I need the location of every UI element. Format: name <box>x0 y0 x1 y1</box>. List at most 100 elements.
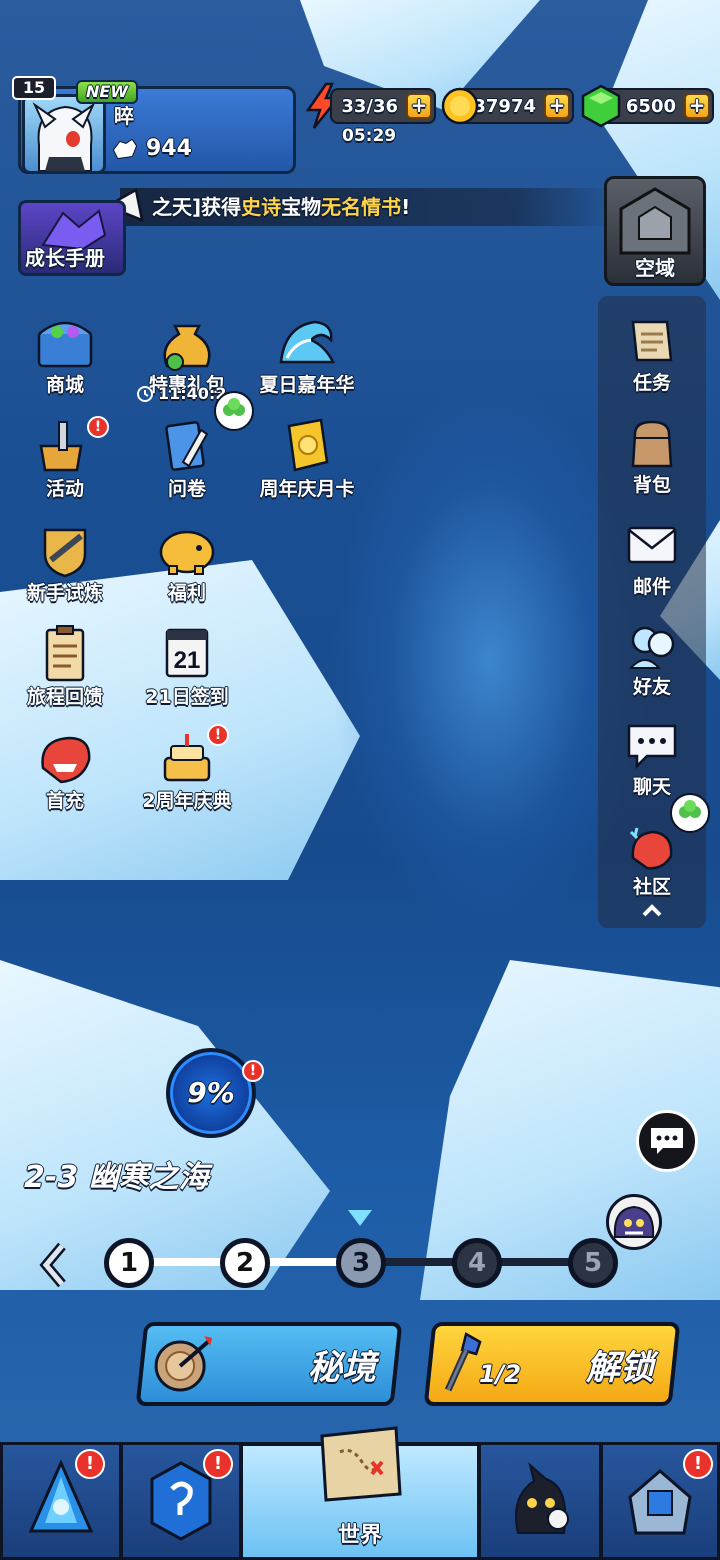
quest-button[interactable]: 任务 <box>598 308 706 404</box>
player-avatar[interactable] <box>22 94 106 174</box>
player-name: 晬 <box>114 104 135 129</box>
stamina-counter[interactable]: 33/36 + <box>330 88 436 124</box>
checkin-label: 21日签到 <box>145 686 229 709</box>
level-badge: 15 <box>12 76 56 100</box>
heroes-alert-badge: ! <box>75 1449 105 1479</box>
unlock-button[interactable]: 1/2 解锁 <box>423 1322 681 1406</box>
clover-reward-icon <box>214 391 254 431</box>
secret-realm-button[interactable]: 秘境 <box>135 1322 403 1406</box>
mail-label: 邮件 <box>632 576 671 599</box>
nav-tab-guild[interactable]: ! <box>600 1442 720 1560</box>
stage-node-locked[interactable]: 5 <box>568 1238 618 1288</box>
track-segment-locked <box>382 1258 454 1266</box>
friends-label: 好友 <box>632 676 671 699</box>
mail-button[interactable]: 邮件 <box>598 512 706 608</box>
broadcast-ticker: 之天]获得史诗宝物无名情书! <box>120 188 616 226</box>
wave-icon <box>279 320 336 364</box>
treasure-map-icon <box>320 1426 402 1502</box>
anniversary-celebration-label: 2周年庆典 <box>142 790 232 813</box>
portal-gate-icon <box>619 187 691 255</box>
cards-alert-badge: ! <box>203 1449 233 1479</box>
nav-tab-companions[interactable] <box>478 1442 602 1560</box>
unlock-label: 解锁 <box>585 1348 654 1389</box>
ticker-text-middle: 宝物 <box>281 195 322 220</box>
stage-node-locked[interactable]: 4 <box>452 1238 502 1288</box>
newbie-trial-label: 新手试炼 <box>26 582 103 605</box>
chat-bubble-button[interactable] <box>636 1110 698 1172</box>
growth-manual-button[interactable]: 成长手册 <box>18 200 126 276</box>
add-stamina-button[interactable]: + <box>406 93 432 119</box>
shop-button[interactable]: 商城 <box>10 312 120 408</box>
anniversary-celebration-button[interactable]: ! 2周年庆典 <box>132 724 242 824</box>
backpack-button[interactable]: 背包 <box>598 410 706 506</box>
ticker-item-name: 无名情书 <box>321 195 402 220</box>
gem-icon <box>581 84 621 128</box>
community-button[interactable]: 社区 <box>598 793 710 908</box>
stage-node[interactable]: 2 <box>220 1238 270 1288</box>
fist-icon <box>112 138 138 159</box>
stage-node[interactable]: 1 <box>104 1238 154 1288</box>
anniversary-card-button[interactable]: 周年庆月卡 <box>252 416 362 512</box>
events-button[interactable]: ! 活动 <box>10 416 120 512</box>
stamina-value: 33/36 <box>341 95 399 117</box>
progress-alert-badge: ! <box>242 1060 264 1082</box>
chevron-up-icon <box>642 904 662 917</box>
nav-tab-heroes[interactable]: ! <box>0 1442 122 1560</box>
first-recharge-label: 首充 <box>45 790 84 813</box>
shop-label: 商城 <box>45 374 84 397</box>
shadow-companion-icon <box>515 1462 569 1534</box>
previous-chapter-button[interactable] <box>36 1240 72 1290</box>
anniversary-card-label: 周年庆月卡 <box>259 478 355 501</box>
collapse-sidebar-button[interactable] <box>598 900 706 928</box>
chat-dots-icon <box>651 1128 683 1154</box>
gold-coin-icon <box>441 87 479 125</box>
piggy-bank-icon <box>159 530 215 575</box>
nav-tab-world[interactable]: 世界 <box>240 1426 480 1560</box>
journey-feedback-label: 旅程回馈 <box>26 686 103 709</box>
backpack-label: 背包 <box>632 474 671 497</box>
target-arrow-icon <box>154 1336 213 1392</box>
backpack-icon <box>631 420 673 468</box>
friends-icon <box>628 626 675 669</box>
envelope-icon <box>627 526 677 564</box>
world-label: 世界 <box>337 1523 382 1549</box>
boss-avatar[interactable] <box>606 1194 662 1250</box>
kongyu-label: 空域 <box>635 256 676 281</box>
survey-card-icon <box>165 421 209 471</box>
friends-button[interactable]: 好友 <box>598 612 706 708</box>
summer-carnival-label: 夏日嘉年华 <box>259 374 355 397</box>
combat-power: 944 <box>112 136 192 162</box>
add-gem-button[interactable]: + <box>684 93 710 119</box>
welfare-label: 福利 <box>167 582 206 605</box>
welfare-button[interactable]: 福利 <box>132 520 242 616</box>
clock-icon <box>137 385 153 402</box>
journey-feedback-button[interactable]: 旅程回馈 <box>10 624 120 720</box>
stamina-timer: 05:29 <box>341 126 397 147</box>
stage-node-current[interactable]: 3 <box>336 1238 386 1288</box>
nav-tab-cards[interactable]: ! <box>120 1442 242 1560</box>
gem-value: 6500 <box>625 95 676 117</box>
events-alert-badge: ! <box>87 416 109 438</box>
checkin-button[interactable]: 21 21日签到 <box>132 624 242 720</box>
ticker-suffix: ! <box>401 195 411 220</box>
events-label: 活动 <box>45 478 84 501</box>
first-recharge-button[interactable]: 首充 <box>10 728 120 824</box>
track-segment-locked <box>498 1258 570 1266</box>
summer-carnival-button[interactable]: 夏日嘉年华 <box>252 312 362 408</box>
chat-icon <box>627 724 677 770</box>
clover-reward-icon <box>670 793 710 833</box>
track-segment-done <box>266 1258 338 1266</box>
gold-value: 37974 <box>473 95 537 117</box>
ticker-text: 之天]获得 <box>151 195 242 220</box>
kongyu-button[interactable]: 空域 <box>604 176 706 286</box>
newbie-trial-button[interactable]: 新手试炼 <box>10 520 120 616</box>
survey-button[interactable]: 问卷 <box>132 391 254 512</box>
chevron-left-icon <box>39 1242 66 1288</box>
money-bag-icon <box>163 324 211 371</box>
stage-progress-bubble[interactable]: 9% <box>166 1048 256 1138</box>
add-gold-button[interactable]: + <box>544 93 570 119</box>
guild-alert-badge: ! <box>683 1449 713 1479</box>
current-stage-marker <box>348 1210 372 1226</box>
ticker-highlight: 史诗 <box>241 195 282 220</box>
stage-title: 2-3 幽寒之海 <box>24 1160 210 1196</box>
